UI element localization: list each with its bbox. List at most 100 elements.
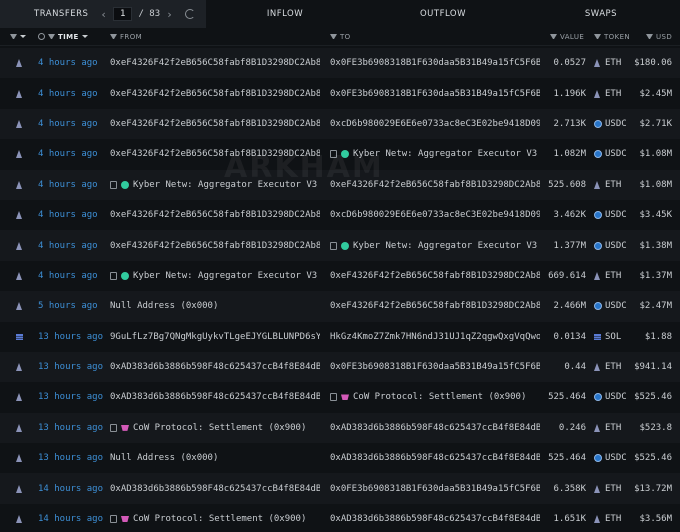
to-address[interactable]: 0xcD6b980029E6E6e0733ac8eC3E02be9418D09.… [330, 119, 540, 129]
to-address[interactable]: 0xeF4326F42f2eB656C58fabf8B1D3298DC2Ab8.… [330, 271, 540, 281]
tab-inflow[interactable]: INFLOW [206, 0, 364, 28]
time-link[interactable]: 4 hours ago [38, 58, 98, 68]
value-column-header[interactable]: VALUE [550, 33, 584, 41]
chevron-down-icon [20, 35, 26, 38]
from-column-header[interactable]: FROM [110, 33, 142, 41]
time-link[interactable]: 5 hours ago [38, 301, 98, 311]
usd-column-header[interactable]: USD [646, 33, 672, 41]
time-link[interactable]: 13 hours ago [38, 392, 103, 402]
to-address[interactable]: 0xcD6b980029E6E6e0733ac8eC3E02be9418D09.… [330, 210, 540, 220]
from-address[interactable]: 0xeF4326F42f2eB656C58fabf8B1D3298DC2Ab8.… [110, 89, 320, 99]
table-row[interactable]: 13 hours ago 9GuLfLz7Bg7QNgMkgUykvTLgeEJY… [0, 321, 680, 352]
tab-outflow[interactable]: OUTFLOW [364, 0, 522, 28]
time-link[interactable]: 13 hours ago [38, 362, 103, 372]
time-link[interactable]: 4 hours ago [38, 180, 98, 190]
to-address[interactable]: 0x0FE3b6908318B1F630daa5B31B49a15fC5F6B.… [330, 484, 540, 494]
to-address[interactable]: 0x0FE3b6908318B1F630daa5B31B49a15fC5F6B.… [330, 58, 540, 68]
token-cell[interactable]: ETH [605, 362, 621, 372]
to-address[interactable]: 0xeF4326F42f2eB656C58fabf8B1D3298DC2Ab8.… [330, 301, 540, 311]
kyber-logo-icon [341, 150, 349, 159]
from-address[interactable]: Null Address (0x000) [110, 301, 320, 311]
to-address[interactable]: 0xAD383d6b3886b598F48c625437ccB4f8E84dB.… [330, 423, 540, 433]
from-address[interactable]: 0xeF4326F42f2eB656C58fabf8B1D3298DC2Ab8.… [110, 119, 320, 129]
token-cell[interactable]: USDC [605, 301, 627, 311]
from-address[interactable]: 0xeF4326F42f2eB656C58fabf8B1D3298DC2Ab8.… [110, 241, 320, 251]
from-address[interactable]: Kyber Netw: Aggregator Executor V3 [110, 271, 320, 281]
table-row[interactable]: 13 hours ago 0xAD383d6b3886b598F48c625437… [0, 351, 680, 383]
to-address[interactable]: 0xAD383d6b3886b598F48c625437ccB4f8E84dB.… [330, 453, 540, 463]
from-address[interactable]: 9GuLfLz7Bg7QNgMkgUykvTLgeEJYGLBLUNPD6sY.… [110, 332, 320, 342]
from-address[interactable]: 0xAD383d6b3886b598F48c625437ccB4f8E84dB.… [110, 362, 320, 372]
table-row[interactable]: 4 hours ago 0xeF4326F42f2eB656C58fabf8B1D… [0, 199, 680, 231]
table-row[interactable]: 13 hours ago Null Address (0x000) 0xAD383d… [0, 443, 680, 474]
filter-icon [594, 33, 601, 40]
table-row[interactable]: 14 hours ago CoW Protocol: Settlement (0x… [0, 503, 680, 532]
time-link[interactable]: 14 hours ago [38, 514, 103, 524]
table-row[interactable]: 4 hours ago Kyber Netw: Aggregator Execut… [0, 169, 680, 200]
to-address[interactable]: 0x0FE3b6908318B1F630daa5B31B49a15fC5F6B.… [330, 362, 540, 372]
time-link[interactable]: 4 hours ago [38, 210, 98, 220]
from-address[interactable]: Null Address (0x000) [110, 453, 320, 463]
from-address[interactable]: CoW Protocol: Settlement (0x900) [110, 423, 320, 433]
token-cell[interactable]: USDC [605, 453, 627, 463]
next-page-icon[interactable]: › [166, 8, 173, 21]
table-row[interactable]: 14 hours ago 0xAD383d6b3886b598F48c625437… [0, 473, 680, 504]
tab-transfers[interactable]: TRANSFERS ‹ 1 / 83 › [0, 0, 206, 28]
time-link[interactable]: 13 hours ago [38, 423, 103, 433]
from-address[interactable]: CoW Protocol: Settlement (0x900) [110, 514, 320, 524]
table-row[interactable]: 4 hours ago Kyber Netw: Aggregator Execut… [0, 260, 680, 292]
time-link[interactable]: 4 hours ago [38, 149, 98, 159]
to-address[interactable]: HkGz4KmoZ7Zmk7HN6ndJ31UJ1qZ2qgwQxgVqQwo.… [330, 332, 540, 342]
token-cell[interactable]: ETH [605, 58, 621, 68]
token-cell[interactable]: SOL [605, 332, 621, 342]
prev-page-icon[interactable]: ‹ [100, 8, 107, 21]
time-link[interactable]: 4 hours ago [38, 89, 98, 99]
token-cell[interactable]: USDC [605, 210, 627, 220]
token-cell[interactable]: ETH [605, 271, 621, 281]
table-row[interactable]: 13 hours ago CoW Protocol: Settlement (0x… [0, 412, 680, 444]
eth-chain-icon [16, 59, 22, 68]
to-label: 0xAD383d6b3886b598F48c625437ccB4f8E84dB.… [330, 514, 540, 525]
token-cell[interactable]: USDC [605, 149, 627, 159]
table-row[interactable]: 4 hours ago 0xeF4326F42f2eB656C58fabf8B1D… [0, 139, 680, 170]
table-row[interactable]: 13 hours ago 0xAD383d6b3886b598F48c625437… [0, 382, 680, 413]
table-row[interactable]: 4 hours ago 0xeF4326F42f2eB656C58fabf8B1D… [0, 78, 680, 109]
token-cell[interactable]: ETH [605, 423, 621, 433]
to-address[interactable]: 0xeF4326F42f2eB656C58fabf8B1D3298DC2Ab8.… [330, 180, 540, 190]
to-address[interactable]: CoW Protocol: Settlement (0x900) [330, 392, 540, 402]
table-row[interactable]: 4 hours ago 0xeF4326F42f2eB656C58fabf8B1D… [0, 48, 680, 79]
token-cell[interactable]: USDC [605, 119, 627, 129]
time-column-header[interactable]: TIME [38, 33, 88, 41]
to-column-header[interactable]: TO [330, 33, 351, 41]
current-page-input[interactable]: 1 [113, 7, 133, 21]
token-cell[interactable]: ETH [605, 180, 621, 190]
to-address[interactable]: 0xAD383d6b3886b598F48c625437ccB4f8E84dB.… [330, 514, 540, 524]
from-address[interactable]: 0xeF4326F42f2eB656C58fabf8B1D3298DC2Ab8.… [110, 210, 320, 220]
from-address[interactable]: 0xAD383d6b3886b598F48c625437ccB4f8E84dB.… [110, 484, 320, 494]
to-address[interactable]: Kyber Netw: Aggregator Executor V3 [330, 241, 540, 251]
chain-filter[interactable] [10, 33, 26, 40]
table-row[interactable]: 5 hours ago Null Address (0x000) 0xeF4326F… [0, 291, 680, 322]
token-cell[interactable]: ETH [605, 514, 621, 524]
time-link[interactable]: 4 hours ago [38, 241, 98, 251]
refresh-icon[interactable] [184, 9, 195, 19]
token-cell[interactable]: ETH [605, 484, 621, 494]
token-cell[interactable]: USDC [605, 241, 627, 251]
tab-swaps[interactable]: SWAPS [522, 0, 680, 28]
token-column-header[interactable]: TOKEN [594, 33, 630, 41]
table-row[interactable]: 4 hours ago 0xeF4326F42f2eB656C58fabf8B1D… [0, 108, 680, 140]
time-link[interactable]: 13 hours ago [38, 453, 103, 463]
from-address[interactable]: Kyber Netw: Aggregator Executor V3 [110, 180, 320, 190]
time-link[interactable]: 4 hours ago [38, 271, 98, 281]
time-link[interactable]: 14 hours ago [38, 484, 103, 494]
to-address[interactable]: Kyber Netw: Aggregator Executor V3 [330, 149, 540, 159]
token-cell[interactable]: USDC [605, 392, 627, 402]
token-cell[interactable]: ETH [605, 89, 621, 99]
time-link[interactable]: 4 hours ago [38, 119, 98, 129]
from-address[interactable]: 0xeF4326F42f2eB656C58fabf8B1D3298DC2Ab8.… [110, 58, 320, 68]
table-row[interactable]: 4 hours ago 0xeF4326F42f2eB656C58fabf8B1D… [0, 230, 680, 261]
to-address[interactable]: 0x0FE3b6908318B1F630daa5B31B49a15fC5F6B.… [330, 89, 540, 99]
from-address[interactable]: 0xeF4326F42f2eB656C58fabf8B1D3298DC2Ab8.… [110, 149, 320, 159]
time-link[interactable]: 13 hours ago [38, 332, 103, 342]
from-address[interactable]: 0xAD383d6b3886b598F48c625437ccB4f8E84dB.… [110, 392, 320, 402]
